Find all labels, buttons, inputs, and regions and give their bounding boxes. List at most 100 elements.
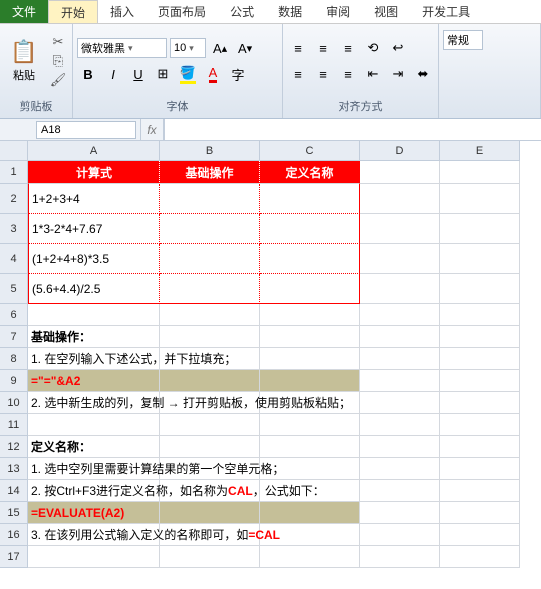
cell[interactable]: 2. 选中新生成的列，复制 → 打开剪贴板，使用剪贴板粘贴； — [28, 392, 160, 414]
cell[interactable] — [360, 546, 440, 568]
decrease-font-icon[interactable]: A▾ — [234, 37, 256, 59]
number-format-combo[interactable]: 常规 — [443, 30, 483, 50]
cell[interactable] — [360, 436, 440, 458]
cell[interactable] — [260, 414, 360, 436]
row-header[interactable]: 15 — [0, 502, 28, 524]
italic-button[interactable]: I — [102, 63, 124, 85]
cell[interactable] — [440, 161, 520, 184]
tab-layout[interactable]: 页面布局 — [146, 0, 218, 23]
tab-review[interactable]: 审阅 — [314, 0, 362, 23]
cell[interactable] — [440, 326, 520, 348]
cell[interactable] — [440, 436, 520, 458]
col-header[interactable]: B — [160, 141, 260, 161]
fx-icon[interactable]: fx — [140, 119, 164, 140]
cell[interactable] — [360, 392, 440, 414]
cell[interactable] — [440, 184, 520, 214]
cell[interactable] — [160, 184, 260, 214]
cell[interactable] — [260, 370, 360, 392]
cell[interactable]: 计算式 — [28, 161, 160, 184]
cell[interactable] — [28, 546, 160, 568]
row-header[interactable]: 9 — [0, 370, 28, 392]
cell[interactable] — [440, 392, 520, 414]
cell[interactable]: ="="&A2 — [28, 370, 160, 392]
tab-formula[interactable]: 公式 — [218, 0, 266, 23]
cell[interactable] — [260, 348, 360, 370]
formula-input[interactable] — [164, 119, 541, 140]
row-header[interactable]: 2 — [0, 184, 28, 214]
row-header[interactable]: 11 — [0, 414, 28, 436]
cell[interactable] — [360, 184, 440, 214]
cell[interactable] — [440, 348, 520, 370]
cell[interactable] — [28, 304, 160, 326]
tab-insert[interactable]: 插入 — [98, 0, 146, 23]
fill-color-button[interactable]: 🪣 — [177, 63, 199, 85]
row-header[interactable]: 16 — [0, 524, 28, 546]
cell[interactable] — [260, 502, 360, 524]
cell[interactable] — [160, 274, 260, 304]
cell[interactable] — [440, 502, 520, 524]
select-all-corner[interactable] — [0, 141, 28, 161]
cell[interactable]: 1*3-2*4+7.67 — [28, 214, 160, 244]
cell[interactable] — [260, 304, 360, 326]
col-header[interactable]: C — [260, 141, 360, 161]
cell[interactable]: 3. 在该列用公式输入定义的名称即可，如=CAL — [28, 524, 160, 546]
cell[interactable]: =EVALUATE(A2) — [28, 502, 160, 524]
border-button[interactable]: ⊞ — [152, 63, 174, 85]
cell[interactable] — [360, 244, 440, 274]
row-header[interactable]: 5 — [0, 274, 28, 304]
tab-file[interactable]: 文件 — [0, 0, 48, 23]
cell[interactable] — [360, 348, 440, 370]
row-header[interactable]: 13 — [0, 458, 28, 480]
cell[interactable]: 基础操作： — [28, 326, 160, 348]
cell[interactable] — [160, 214, 260, 244]
cell[interactable]: 1. 选中空列里需要计算结果的第一个空单元格； — [28, 458, 160, 480]
cell[interactable]: 定义名称： — [28, 436, 160, 458]
decrease-indent-icon[interactable]: ⇤ — [362, 63, 384, 85]
merge-button[interactable]: ⬌ — [412, 63, 434, 85]
row-header[interactable]: 1 — [0, 161, 28, 184]
orientation-icon[interactable]: ⟲ — [362, 37, 384, 59]
cell[interactable] — [360, 480, 440, 502]
align-bottom-icon[interactable]: ≡ — [337, 37, 359, 59]
row-header[interactable]: 6 — [0, 304, 28, 326]
cell[interactable] — [260, 436, 360, 458]
row-header[interactable]: 7 — [0, 326, 28, 348]
align-right-icon[interactable]: ≡ — [337, 63, 359, 85]
name-box[interactable]: A18 — [36, 121, 136, 139]
tab-home[interactable]: 开始 — [48, 0, 98, 23]
row-header[interactable]: 14 — [0, 480, 28, 502]
col-header[interactable]: A — [28, 141, 160, 161]
cell[interactable] — [160, 546, 260, 568]
align-middle-icon[interactable]: ≡ — [312, 37, 334, 59]
cell[interactable] — [260, 244, 360, 274]
copy-icon[interactable]: ⎘ — [50, 53, 66, 69]
cell[interactable] — [160, 326, 260, 348]
cell[interactable] — [360, 161, 440, 184]
cell[interactable]: 基础操作 — [160, 161, 260, 184]
font-color-button[interactable]: A — [202, 63, 224, 85]
cell[interactable]: 定义名称 — [260, 161, 360, 184]
cell[interactable] — [360, 326, 440, 348]
cell[interactable] — [360, 274, 440, 304]
increase-font-icon[interactable]: A▴ — [209, 37, 231, 59]
cell[interactable] — [160, 370, 260, 392]
cell[interactable] — [360, 458, 440, 480]
row-header[interactable]: 10 — [0, 392, 28, 414]
bold-button[interactable]: B — [77, 63, 99, 85]
cell[interactable] — [360, 370, 440, 392]
font-name-combo[interactable]: 微软雅黑▾ — [77, 38, 167, 58]
row-header[interactable]: 3 — [0, 214, 28, 244]
cell[interactable] — [360, 414, 440, 436]
cell[interactable] — [440, 480, 520, 502]
cell[interactable]: (5.6+4.4)/2.5 — [28, 274, 160, 304]
cell[interactable]: (1+2+4+8)*3.5 — [28, 244, 160, 274]
underline-button[interactable]: U — [127, 63, 149, 85]
increase-indent-icon[interactable]: ⇥ — [387, 63, 409, 85]
cell[interactable] — [440, 274, 520, 304]
cell[interactable] — [260, 214, 360, 244]
cell[interactable] — [440, 214, 520, 244]
phonetic-button[interactable]: 字 — [227, 63, 249, 85]
align-top-icon[interactable]: ≡ — [287, 37, 309, 59]
cell[interactable]: 2. 按Ctrl+F3进行定义名称，如名称为CAL，公式如下： — [28, 480, 160, 502]
row-header[interactable]: 8 — [0, 348, 28, 370]
